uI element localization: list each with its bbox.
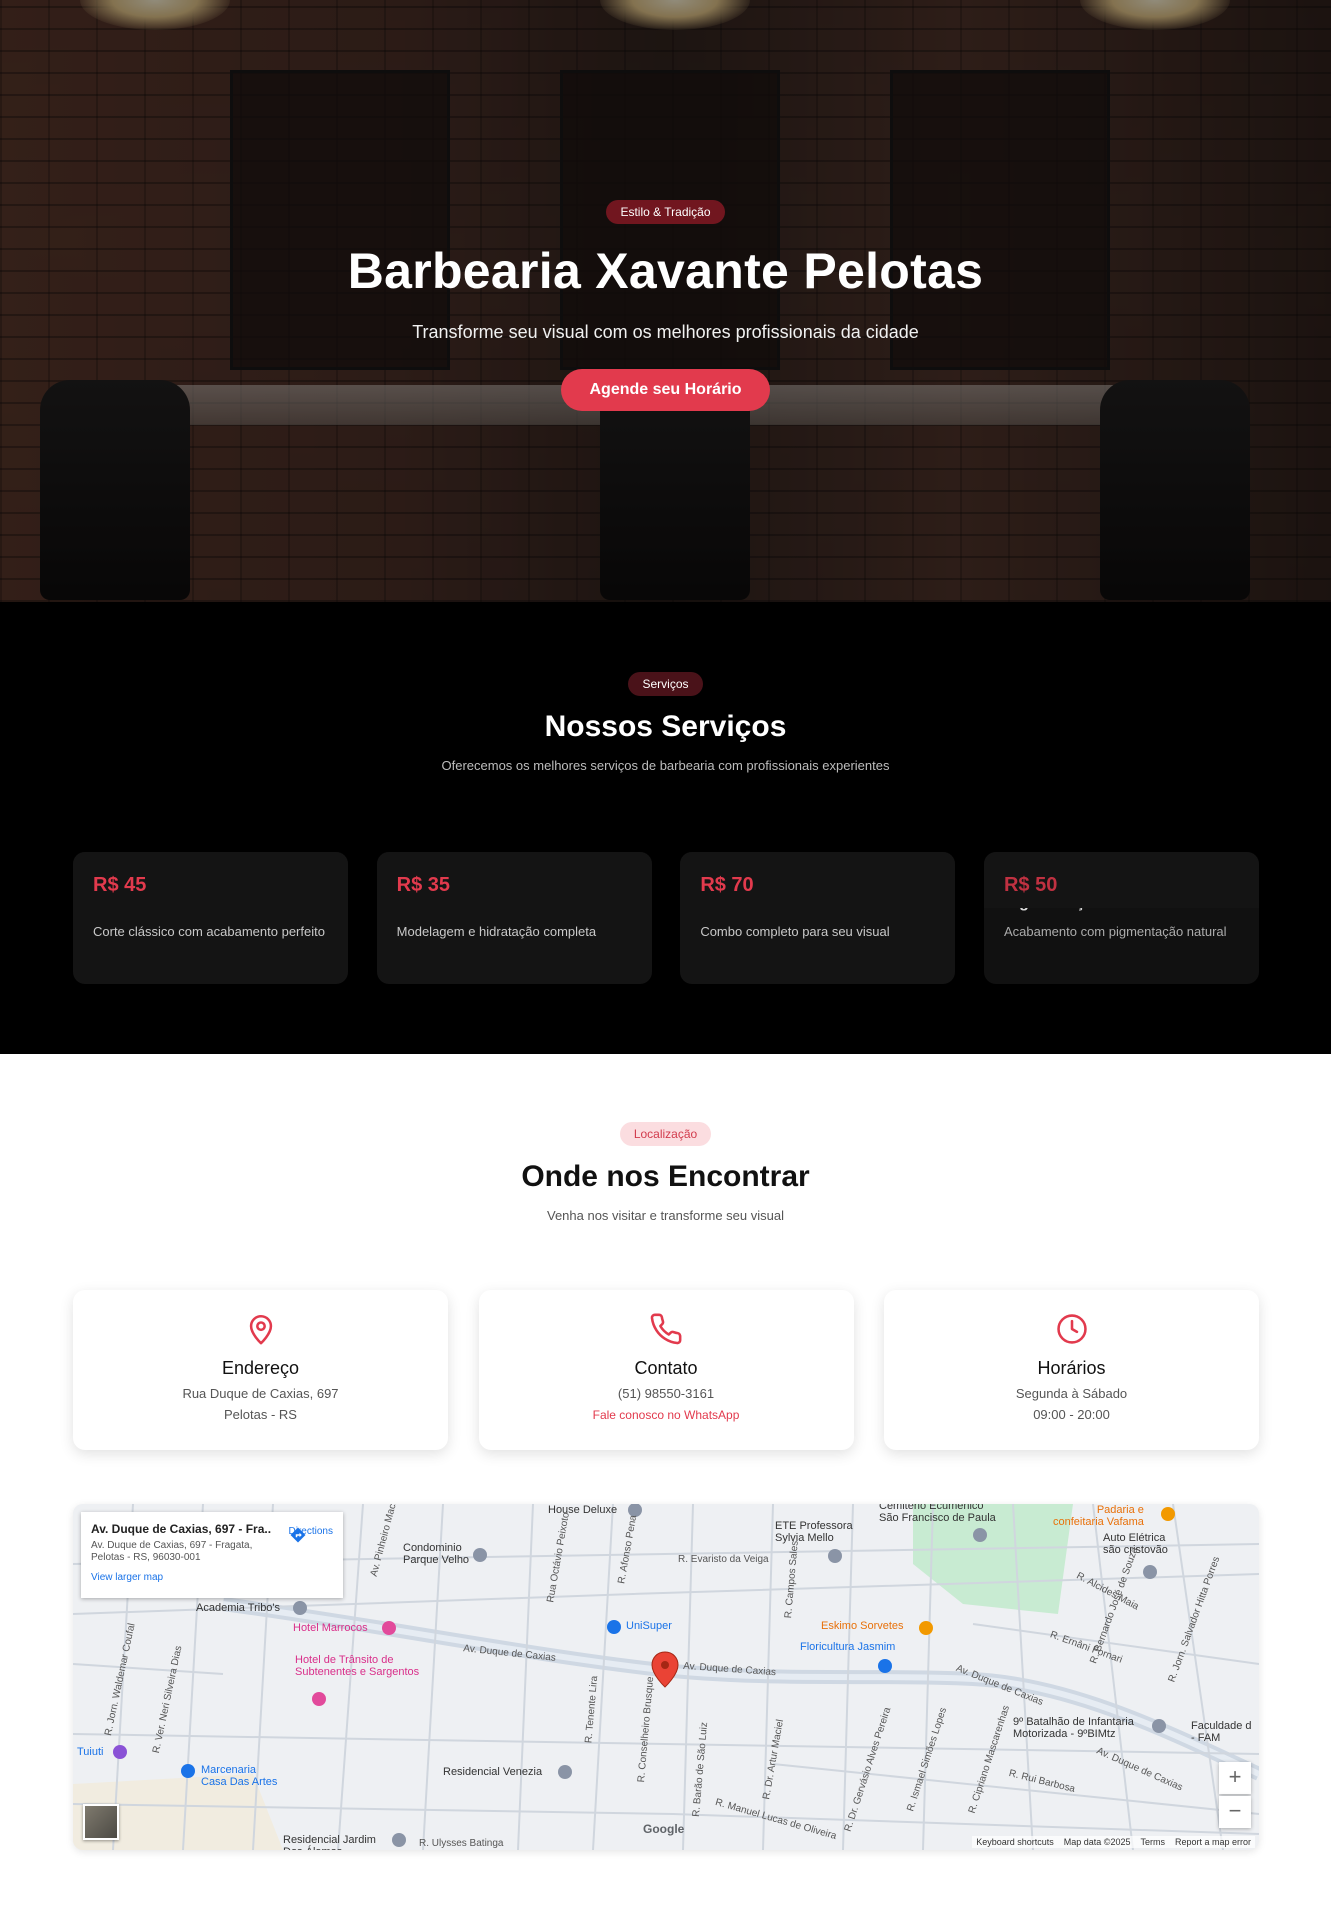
hero-badge: Estilo & Tradição <box>606 200 725 224</box>
service-card: Pigmentação R$ 50 Acabamento com pigment… <box>983 852 1259 984</box>
map-label: Residencial Venezia <box>443 1766 543 1778</box>
map-label: 9º Batalhão de Infantaria Motorizada - 9… <box>1013 1716 1134 1740</box>
services-subtitle: Oferecemos os melhores serviços de barbe… <box>441 758 890 773</box>
service-price: R$ 50 <box>1003 874 1058 896</box>
map-label: Condominio Parque Velho <box>403 1542 470 1566</box>
whatsapp-link[interactable]: Fale conosco no WhatsApp <box>479 1408 854 1422</box>
hours-title: Horários <box>1037 1358 1106 1378</box>
service-description: Corte clássico com acabamento perfeito <box>93 924 325 939</box>
hours-days: Segunda à Sábado <box>1015 1386 1128 1401</box>
map-footer: Keyboard shortcuts Map data ©2025 Terms … <box>972 1836 1255 1848</box>
map-label: UniSuper <box>626 1620 672 1632</box>
location-badge: Localização <box>619 1122 712 1146</box>
location-title: Onde nos Encontrar <box>521 1160 810 1193</box>
service-price: R$ 35 <box>396 874 451 896</box>
street-label: R. Ulysses Batinga <box>419 1838 504 1849</box>
book-appointment-button[interactable]: Agende seu Horário <box>561 369 770 411</box>
service-card: Corte + Barba R$ 70 Combo completo para … <box>680 852 956 984</box>
map-label: Hotel Marrocos <box>293 1622 368 1634</box>
map-place-address: Av. Duque de Caxias, 697 - Fragata, Pelo… <box>91 1540 253 1563</box>
hours-card: Horários Segunda à Sábado 09:00 - 20:00 <box>884 1290 1259 1450</box>
info-cards: Endereço Rua Duque de Caxias, 697 Pelota… <box>73 1290 1259 1450</box>
map-label: Marcenaria Casa Das Artes <box>201 1764 278 1788</box>
phone-icon <box>650 1313 682 1345</box>
service-description: Acabamento com pigmentação natural <box>1003 924 1227 939</box>
map-label: ETE Professora Sylvia Mello <box>775 1520 853 1544</box>
service-price: R$ 70 <box>700 874 754 896</box>
google-logo: Google <box>643 1822 685 1836</box>
report-error-link[interactable]: Report a map error <box>1175 1837 1251 1847</box>
hero-content: Estilo & Tradição Barbearia Xavante Pelo… <box>0 200 1331 411</box>
street-label: R. Evaristo da Veiga <box>678 1554 769 1565</box>
map-label: Floricultura Jasmim <box>800 1641 896 1653</box>
address-card: Endereço Rua Duque de Caxias, 697 Pelota… <box>73 1290 448 1450</box>
hero-subtitle: Transforme seu visual com os melhores pr… <box>412 322 919 342</box>
location-section: Localização Onde nos Encontrar Venha nos… <box>0 1054 1331 1920</box>
directions-icon <box>290 1527 306 1543</box>
map-label: Academia Tribo's <box>196 1602 281 1614</box>
zoom-in-button[interactable]: + <box>1219 1762 1251 1794</box>
view-larger-map-link[interactable]: View larger map <box>91 1572 333 1583</box>
hours-time: 09:00 - 20:00 <box>1033 1407 1110 1422</box>
satellite-toggle[interactable] <box>83 1804 119 1840</box>
map-label: Faculdade d - FAM <box>1191 1720 1252 1744</box>
contact-card: Contato (51) 98550-3161 Fale conosco no … <box>478 1290 854 1450</box>
address-title: Endereço <box>221 1358 300 1378</box>
zoom-out-button[interactable]: − <box>1219 1796 1251 1828</box>
keyboard-shortcuts-link[interactable]: Keyboard shortcuts <box>976 1837 1054 1847</box>
map-label: Cemitério Ecumênico São Francisco de Pau… <box>879 1504 996 1524</box>
directions-button[interactable]: Directions <box>289 1526 333 1543</box>
service-description: Modelagem e hidratação completa <box>396 924 597 939</box>
hero-section: Estilo & Tradição Barbearia Xavante Pelo… <box>0 0 1331 602</box>
services-badge: Serviços <box>628 672 703 696</box>
services-section: Serviços Nossos Serviços Oferecemos os m… <box>0 602 1331 1054</box>
map-place-card: Av. Duque de Caxias, 697 - Fra... Av. Du… <box>81 1512 343 1598</box>
map-label: Eskimo Sorvetes <box>821 1620 904 1632</box>
address-line-1: Rua Duque de Caxias, 697 <box>182 1386 339 1401</box>
map-label: Padaria e confeitaria Vafama <box>1053 1504 1144 1528</box>
service-description: Combo completo para seu visual <box>700 924 890 939</box>
map-data-text: Map data ©2025 <box>1063 1837 1131 1847</box>
location-subtitle: Venha nos visitar e transforme seu visua… <box>546 1208 784 1223</box>
map-label: Residencial Jardim Dos Álamos <box>283 1834 376 1850</box>
map-place-title: Av. Duque de Caxias, 697 - Fra... <box>91 1522 271 1536</box>
service-card: Barba R$ 35 Modelagem e hidratação compl… <box>376 852 652 984</box>
embedded-map[interactable]: House Deluxe Condominio Parque Velho Aca… <box>73 1504 1259 1850</box>
service-card: Corte Tradicional R$ 45 Corte clássico c… <box>73 852 348 984</box>
map-pin-icon <box>249 1314 272 1345</box>
contact-title: Contato <box>634 1358 698 1378</box>
map-label: Hotel de Trânsito de Subtenentes e Sarge… <box>295 1654 420 1678</box>
map-label: House Deluxe <box>548 1504 618 1516</box>
clock-icon <box>1056 1314 1087 1344</box>
hero-title: Barbearia Xavante Pelotas <box>347 243 984 299</box>
terms-link[interactable]: Terms <box>1140 1837 1165 1847</box>
services-title: Nossos Serviços <box>544 710 787 743</box>
map-label: Tuiuti <box>77 1746 104 1758</box>
contact-phone: (51) 98550-3161 <box>617 1386 715 1401</box>
service-price: R$ 45 <box>93 874 147 896</box>
address-line-2: Pelotas - RS <box>224 1407 297 1422</box>
services-grid: Corte Tradicional R$ 45 Corte clássico c… <box>73 852 1259 984</box>
